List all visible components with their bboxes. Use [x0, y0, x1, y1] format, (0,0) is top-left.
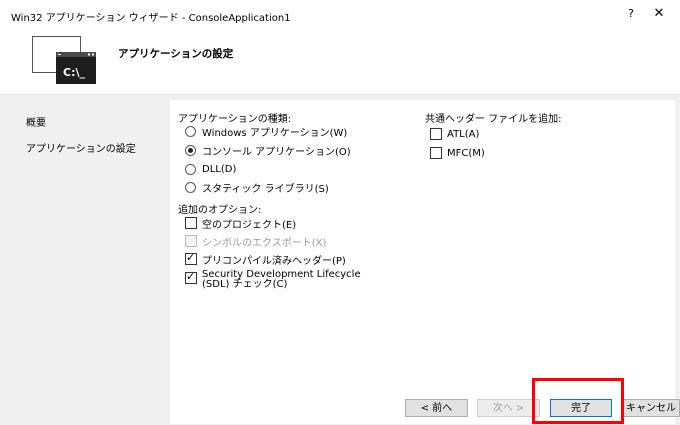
radio-label: Windows アプリケーション(W) [202, 127, 348, 139]
checkbox-mfc[interactable]: MFC(M) [430, 146, 485, 160]
console-prompt-text: C:\_ [63, 66, 85, 79]
checkbox-label: プリコンパイル済みヘッダー(P) [202, 255, 346, 267]
radio-label: スタティック ライブラリ(S) [202, 183, 329, 195]
radio-indicator[interactable] [185, 144, 196, 156]
radio-dll[interactable]: DLL(D) [185, 162, 236, 176]
window-title: Win32 アプリケーション ウィザード - ConsoleApplicatio… [11, 13, 291, 24]
checkbox-label: Security Development Lifecycle (SDL) チェッ… [202, 269, 361, 290]
checkbox-indicator[interactable] [185, 270, 197, 284]
title-bar: Win32 アプリケーション ウィザード - ConsoleApplicatio… [0, 0, 680, 28]
checkbox-indicator[interactable] [430, 147, 442, 159]
checkbox-precompiled-header[interactable]: プリコンパイル済みヘッダー(P) [185, 251, 346, 267]
checkbox-indicator [185, 235, 197, 247]
radio-label: コンソール アプリケーション(O) [202, 146, 351, 158]
checkbox-empty-project[interactable]: 空のプロジェクト(E) [185, 216, 297, 231]
radio-indicator[interactable] [185, 163, 196, 175]
checkbox-label: ATL(A) [447, 128, 480, 140]
checkbox-indicator[interactable] [185, 217, 197, 229]
radio-static-lib[interactable]: スタティック ライブラリ(S) [185, 180, 329, 195]
page-title: アプリケーションの設定 [118, 48, 234, 60]
help-button[interactable]: ? [624, 6, 638, 22]
radio-indicator[interactable] [185, 181, 196, 193]
nav-item-overview[interactable]: 概要 [26, 114, 46, 129]
extra-options-label: 追加のオプション: [178, 205, 262, 216]
back-button[interactable]: < 前へ [405, 399, 468, 417]
common-headers-label: 共通ヘッダー ファイルを追加: [425, 114, 562, 125]
checkbox-indicator[interactable] [430, 128, 442, 140]
radio-console-app[interactable]: コンソール アプリケーション(O) [185, 143, 351, 158]
checkbox-indicator[interactable] [185, 251, 197, 265]
radio-windows-app[interactable]: Windows アプリケーション(W) [185, 124, 348, 139]
checkbox-export-symbols: シンボルのエクスポート(X) [185, 234, 327, 249]
wizard-header [0, 28, 680, 94]
checkbox-atl[interactable]: ATL(A) [430, 127, 479, 141]
close-button[interactable]: ✕ [650, 6, 668, 22]
finish-button[interactable]: 完了 [550, 399, 612, 417]
radio-label: DLL(D) [202, 163, 237, 175]
radio-indicator[interactable] [185, 125, 196, 137]
checkbox-label: MFC(M) [447, 147, 485, 159]
cancel-button[interactable]: キャンセル [622, 399, 680, 417]
console-app-icon: C:\_ [32, 36, 96, 84]
checkbox-sdl-check[interactable]: Security Development Lifecycle (SDL) チェッ… [185, 270, 382, 290]
next-button: 次へ > [477, 399, 540, 417]
checkbox-label: 空のプロジェクト(E) [202, 219, 297, 231]
checkbox-label: シンボルのエクスポート(X) [202, 237, 327, 249]
nav-item-app-settings[interactable]: アプリケーションの設定 [26, 140, 136, 155]
